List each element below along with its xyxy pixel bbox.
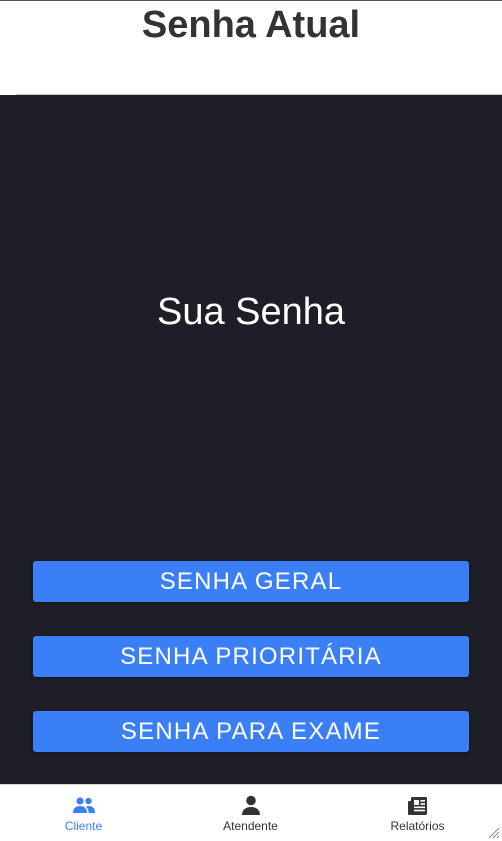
tab-cliente[interactable]: Cliente (0, 785, 167, 841)
header: Senha Atual (0, 1, 502, 94)
ticket-display: Sua Senha (156, 291, 346, 333)
bottom-tab-bar: Cliente Atendente Relatórios (0, 784, 502, 841)
page-title: Senha Atual (141, 4, 361, 46)
priority-ticket-button[interactable]: SENHA PRIORITÁRIA (33, 636, 469, 677)
tab-cliente-label: Cliente (64, 819, 103, 833)
app-screen: Senha Atual Sua Senha SENHA GERAL SENHA … (0, 0, 502, 841)
main-content: Sua Senha SENHA GERAL SENHA PRIORITÁRIA … (0, 95, 502, 784)
resize-grip-icon[interactable] (488, 827, 500, 839)
tab-relatorios-label: Relatórios (390, 819, 445, 833)
newspaper-icon (407, 797, 427, 815)
tab-relatorios[interactable]: Relatórios (334, 785, 501, 841)
exam-ticket-button[interactable]: SENHA PARA EXAME (33, 711, 469, 752)
people-icon (72, 797, 95, 813)
general-ticket-button[interactable]: SENHA GERAL (33, 561, 469, 602)
tab-atendente[interactable]: Atendente (167, 785, 334, 841)
tab-atendente-label: Atendente (223, 819, 278, 833)
person-icon (241, 795, 260, 815)
